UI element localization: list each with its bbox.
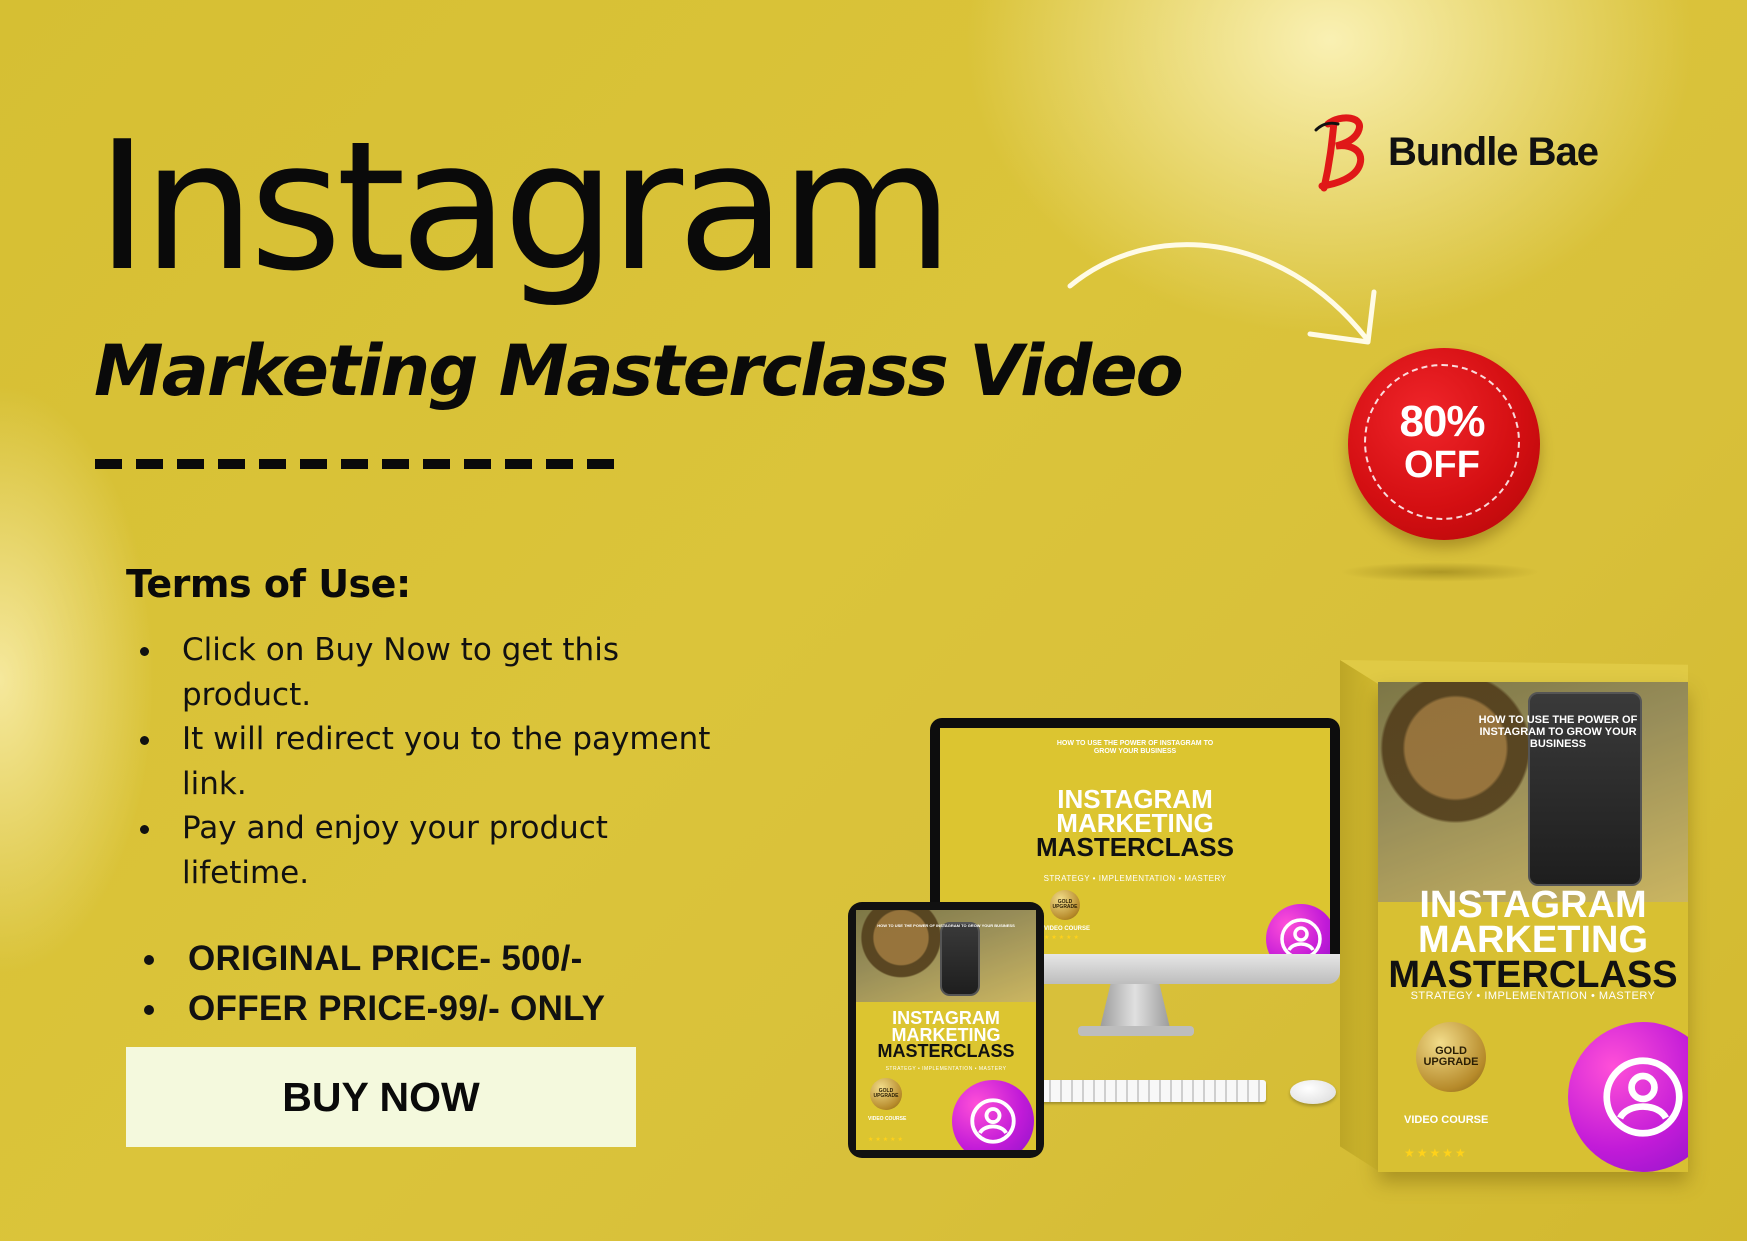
page-subtitle: Marketing Masterclass Video [94,330,1184,412]
price-list: ORIGINAL PRICE- 500/- OFFER PRICE-99/- O… [126,934,605,1034]
instagram-profile-icon [1266,904,1330,954]
monitor-base [1078,1026,1194,1036]
monitor-stand [1100,984,1170,1028]
discount-off-label: OFF [1404,444,1480,486]
instagram-profile-icon [1568,1022,1688,1172]
terms-list: Click on Buy Now to get this product. It… [126,628,766,895]
product-box-mockup: HOW TO USE THE POWER OF INSTAGRAM TO GRO… [1340,660,1688,1180]
mouse-image [1290,1080,1336,1104]
buy-now-button[interactable]: BUY NOW [126,1047,636,1147]
page-title: Instagram [96,103,954,310]
discount-badge: 80% OFF [1348,348,1540,540]
gold-upgrade-badge: GOLD UPGRADE [870,1078,902,1110]
curved-arrow-icon [1067,242,1377,345]
terms-title: Terms of Use: [126,562,411,606]
original-price: ORIGINAL PRICE- 500/- [126,934,605,984]
rating-stars: ★★★★★ [1404,1146,1468,1160]
brand-logo: Bundle Bae [1310,112,1599,192]
gold-upgrade-badge: GOLD UPGRADE [1416,1022,1486,1092]
brand-name: Bundle Bae [1388,129,1599,174]
discount-percent: 80% [1399,397,1485,446]
offer-price: OFFER PRICE-99/- ONLY [126,984,605,1034]
terms-item: It will redirect you to the payment link… [126,717,742,806]
video-course-label: VIDEO COURSE [1044,926,1091,932]
gold-upgrade-badge: GOLD UPGRADE [1050,890,1080,920]
badge-shadow [1340,562,1540,582]
product-title: INSTAGRAM MARKETING MASTERCLASS [1036,784,1234,862]
product-tagline-bottom: STRATEGY • IMPLEMENTATION • MASTERY [1043,874,1227,883]
dashed-divider [95,459,614,469]
terms-item: Pay and enjoy your product lifetime. [126,806,702,895]
rating-stars: ★★★★★ [1044,934,1081,941]
keyboard-image [1040,1080,1266,1102]
terms-item: Click on Buy Now to get this product. [126,628,712,717]
video-course-label: VIDEO COURSE [1404,1114,1489,1126]
instagram-profile-icon [952,1080,1034,1150]
bundle-bae-logo-icon [1314,114,1365,192]
phone-image [940,922,980,996]
tablet-mockup: HOW TO USE THE POWER OF INSTAGRAM TO GRO… [848,902,1044,1158]
product-tagline-top: HOW TO USE THE POWER OF INSTAGRAM TO GRO… [1056,740,1214,755]
